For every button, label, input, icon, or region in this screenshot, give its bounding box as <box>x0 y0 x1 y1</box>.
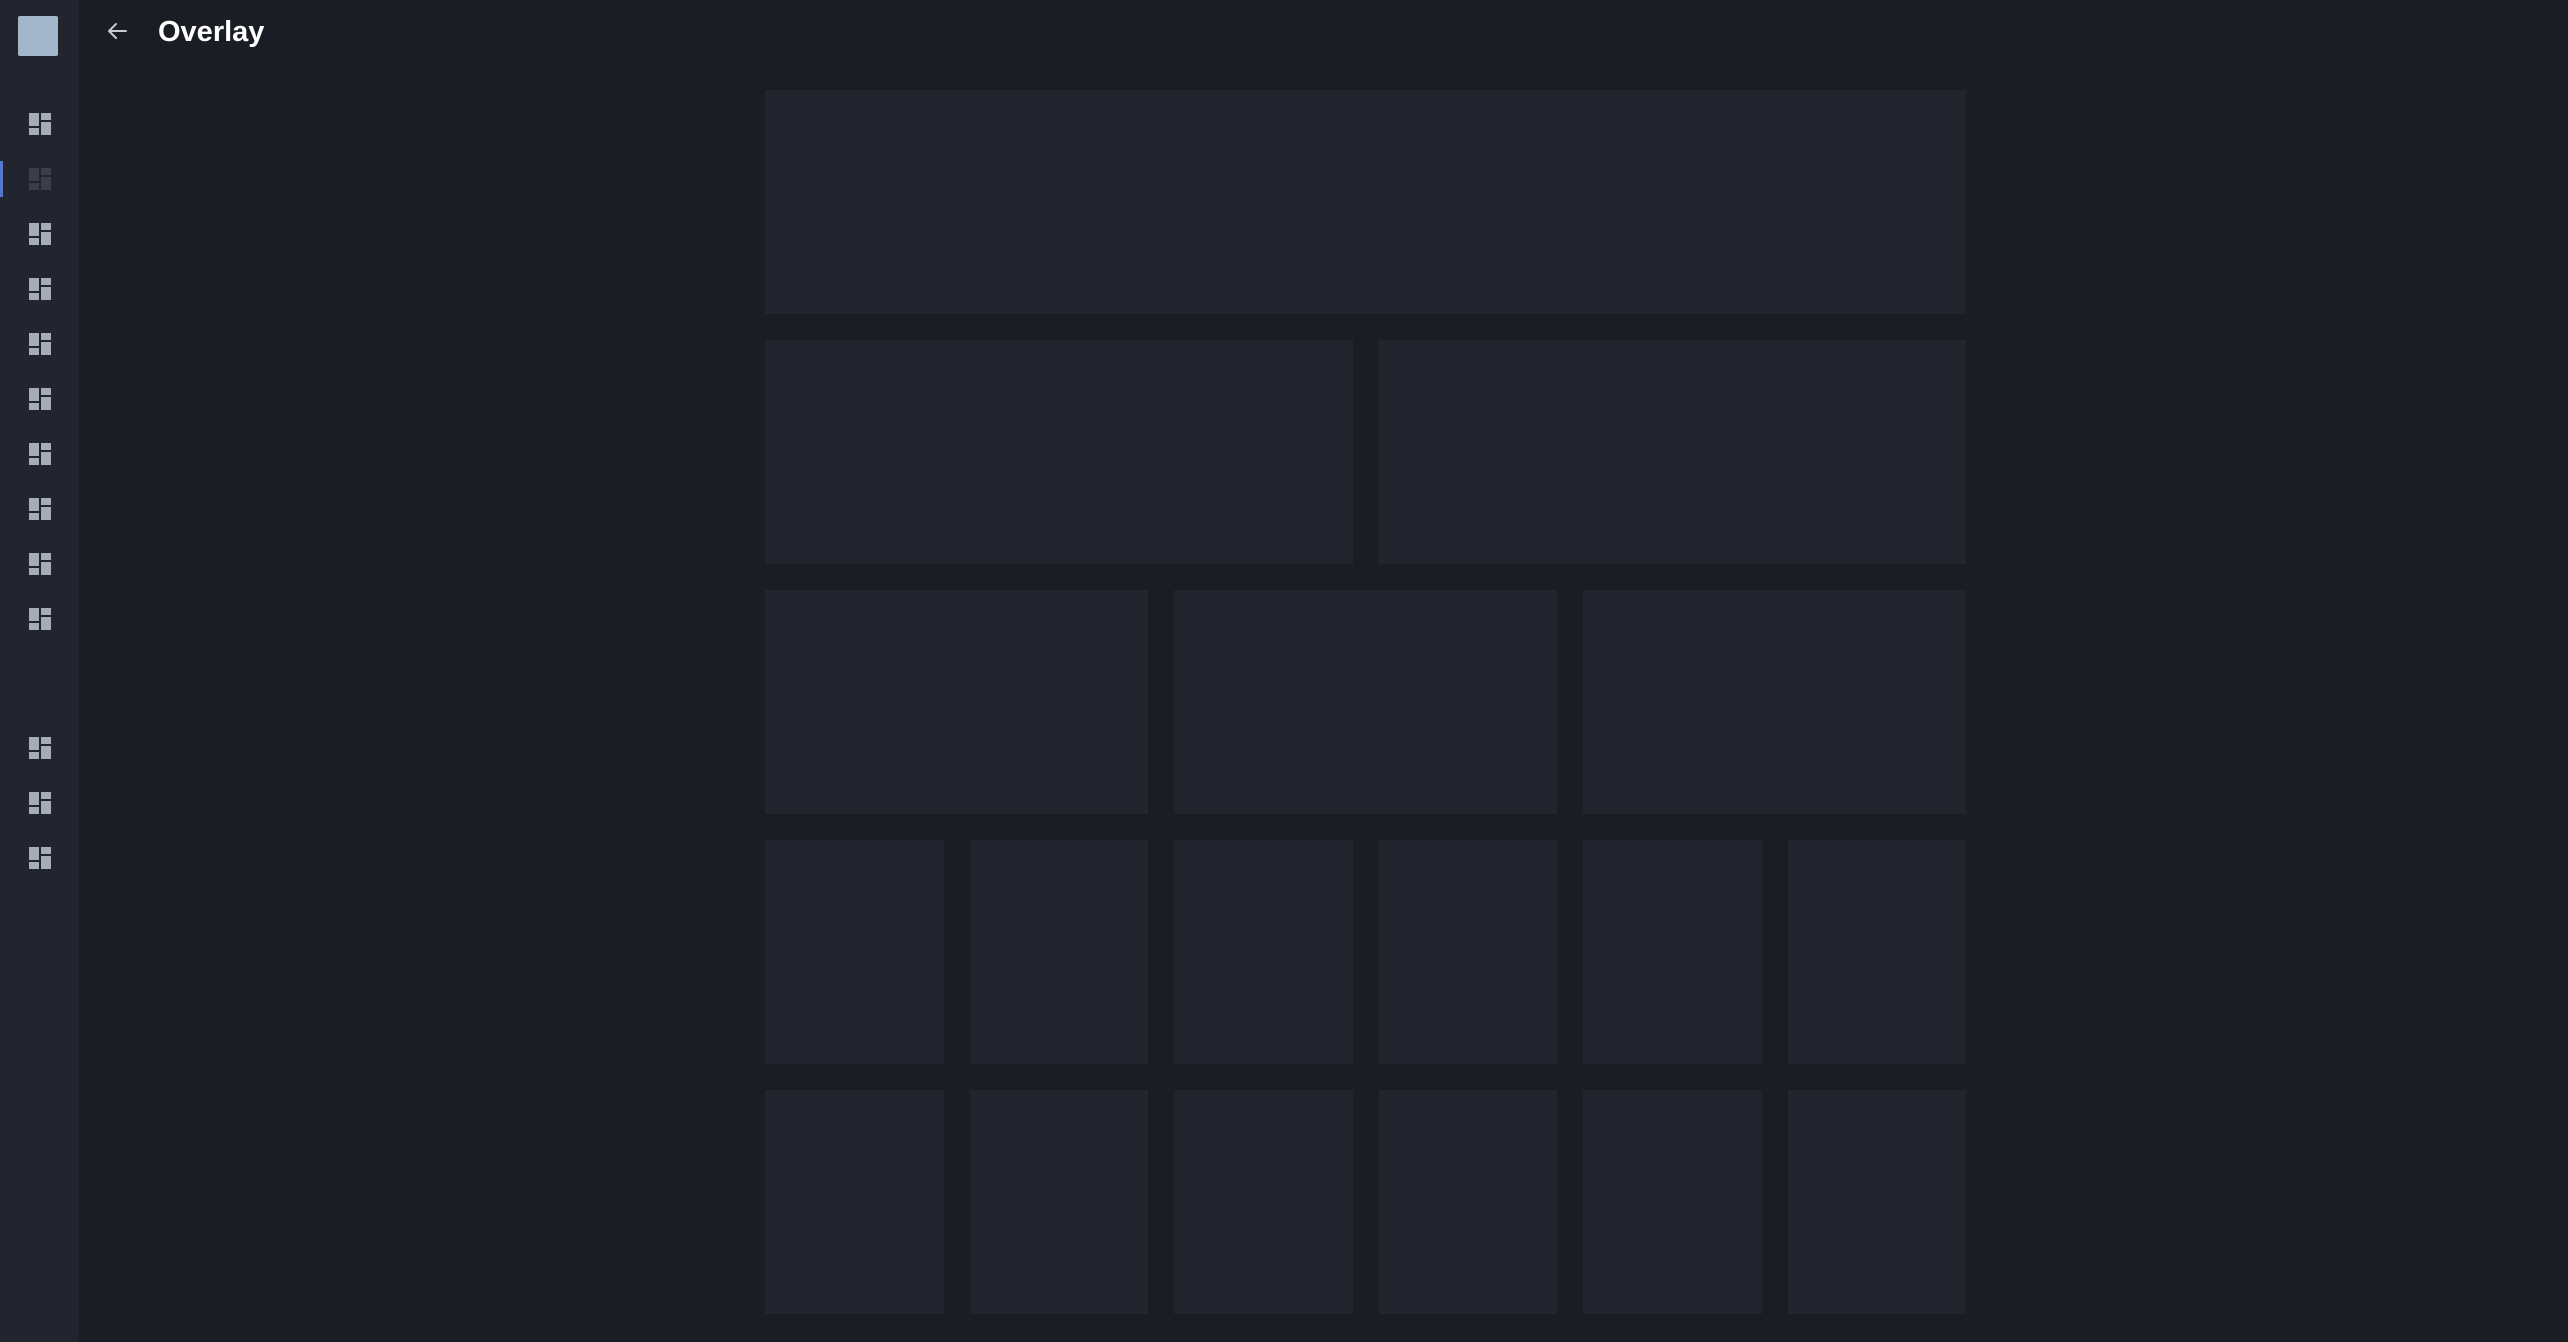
sidebar-item-11[interactable] <box>0 726 79 770</box>
sidebar-item-13[interactable] <box>0 836 79 880</box>
dashboard-icon <box>28 113 51 135</box>
sidebar-item-1[interactable] <box>0 102 79 146</box>
dashboard-icon <box>28 223 51 245</box>
sidebar-item-12[interactable] <box>0 781 79 825</box>
sidebar-item-5[interactable] <box>0 322 79 366</box>
sidebar-item-8[interactable] <box>0 487 79 531</box>
skeleton-card <box>1787 1090 1966 1314</box>
sidebar-item-2-active[interactable] <box>0 157 79 201</box>
skeleton-card <box>969 1090 1148 1314</box>
app-logo[interactable] <box>18 16 58 56</box>
skeleton-card <box>1174 1090 1353 1314</box>
dashboard-icon <box>28 333 51 355</box>
sidebar-item-10[interactable] <box>0 597 79 641</box>
skeleton-row <box>765 840 1966 1064</box>
dashboard-icon <box>28 608 51 630</box>
dashboard-icon <box>28 847 51 869</box>
skeleton-row <box>765 1090 1966 1314</box>
skeleton-card <box>1378 840 1557 1064</box>
skeleton-card <box>765 590 1148 814</box>
skeleton-card <box>1378 340 1966 564</box>
dashboard-icon <box>28 498 51 520</box>
skeleton-row <box>765 590 1966 814</box>
dashboard-icon <box>28 553 51 575</box>
skeleton-card <box>1583 840 1762 1064</box>
dashboard-icon <box>28 792 51 814</box>
arrow-left-icon <box>108 23 127 39</box>
dashboard-icon <box>28 388 51 410</box>
skeleton-card <box>765 840 944 1064</box>
page-title: Overlay <box>158 16 265 48</box>
sidebar-item-7[interactable] <box>0 432 79 476</box>
skeleton-card <box>1583 590 1966 814</box>
dashboard-icon <box>28 443 51 465</box>
skeleton-card <box>1174 840 1353 1064</box>
sidebar-item-9[interactable] <box>0 542 79 586</box>
skeleton-row <box>765 340 1966 564</box>
skeleton-card <box>1787 840 1966 1064</box>
dashboard-icon <box>28 737 51 759</box>
sidebar <box>0 0 79 1342</box>
sidebar-item-4[interactable] <box>0 267 79 311</box>
dashboard-icon <box>28 278 51 300</box>
skeleton-card <box>765 1090 944 1314</box>
skeleton-card <box>1583 1090 1762 1314</box>
back-button[interactable] <box>100 14 134 48</box>
skeleton-card <box>969 840 1148 1064</box>
sidebar-item-6[interactable] <box>0 377 79 421</box>
skeleton-row <box>765 90 1966 314</box>
app-window: Overlay <box>0 0 2568 1342</box>
skeleton-card <box>1378 1090 1557 1314</box>
skeleton-card <box>765 340 1353 564</box>
dashboard-icon <box>28 168 51 190</box>
sidebar-item-3[interactable] <box>0 212 79 256</box>
skeleton-grid <box>765 90 1966 1314</box>
skeleton-card <box>1174 590 1557 814</box>
skeleton-card <box>765 90 1966 314</box>
